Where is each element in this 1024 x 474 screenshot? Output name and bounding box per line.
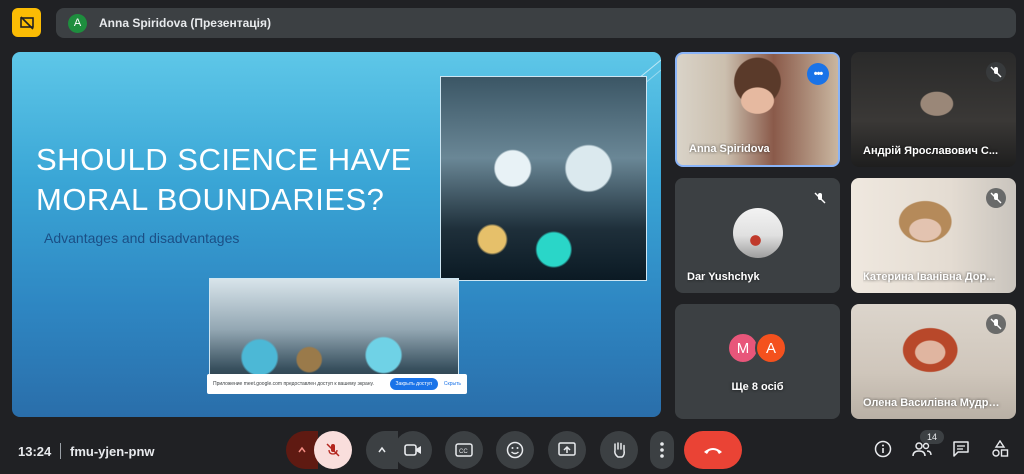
presentation-toggle-button[interactable] (12, 8, 41, 37)
clock: 13:24 (18, 444, 52, 459)
top-bar: A Anna Spiridova (Презентація) (0, 0, 1024, 46)
divider (60, 443, 61, 459)
people-icon (912, 442, 932, 457)
emoji-icon (506, 441, 524, 459)
mic-toggle-button[interactable] (314, 431, 352, 469)
presenter-bar: A Anna Spiridova (Презентація) (56, 8, 1016, 38)
mic-off-icon (986, 314, 1006, 334)
chevron-up-icon (378, 446, 386, 453)
more-options-button[interactable] (650, 431, 674, 469)
info-icon (874, 440, 892, 458)
more-participants-label: Ще 8 осіб (731, 381, 784, 393)
captions-button[interactable]: CC (445, 431, 483, 469)
present-screen-button[interactable] (548, 431, 586, 469)
participant-name: Олена Василівна Мудра... (863, 397, 1003, 409)
more-vert-icon (660, 442, 664, 458)
shapes-icon (992, 440, 1009, 457)
activities-button[interactable] (989, 438, 1011, 460)
presenter-title: Anna Spiridova (Презентація) (99, 16, 271, 30)
screen-share-banner: Приложение meet.google.com предоставлен … (207, 374, 467, 394)
camera-toggle-button[interactable] (394, 431, 432, 469)
avatar: A (755, 332, 787, 364)
lab-scientists-image (440, 76, 647, 281)
participant-tile[interactable]: ••• Anna Spiridova (675, 52, 840, 167)
avatar-stack: M A (727, 332, 787, 364)
camera-control (366, 431, 432, 469)
more-participants-tile[interactable]: M A Ще 8 осіб (675, 304, 840, 419)
participant-name: Андрій Ярославович С... (863, 145, 999, 157)
participant-name: Dar Yushchyk (687, 271, 760, 283)
leave-call-button[interactable] (684, 431, 742, 469)
people-button[interactable] (911, 438, 933, 460)
presentation-stage: SHOULD SCIENCE HAVE MORAL BOUNDARIES? Ad… (12, 52, 661, 417)
chat-icon (953, 441, 969, 457)
mic-off-icon (986, 188, 1006, 208)
share-banner-text: Приложение meet.google.com предоставлен … (213, 381, 374, 387)
presentation-off-icon (19, 15, 34, 30)
more-options-icon[interactable]: ••• (807, 63, 829, 85)
reactions-button[interactable] (496, 431, 534, 469)
meeting-code[interactable]: fmu-yjen-pnw (70, 444, 155, 459)
participant-name: Катерина Іванівна Дор... (863, 271, 996, 283)
raise-hand-button[interactable] (600, 431, 638, 469)
mic-off-icon (326, 443, 340, 457)
mic-off-icon (986, 62, 1006, 82)
chat-button[interactable] (950, 438, 972, 460)
participant-name: Anna Spiridova (689, 143, 770, 155)
svg-text:CC: CC (459, 449, 468, 455)
mic-off-icon (810, 188, 830, 208)
meeting-details-button[interactable] (872, 438, 894, 460)
hang-up-icon (704, 448, 722, 454)
slide-subtitle: Advantages and disadvantages (44, 230, 240, 246)
chevron-up-icon (298, 446, 306, 453)
slide-title-line1: SHOULD SCIENCE HAVE (36, 142, 412, 177)
captions-icon: CC (455, 443, 473, 457)
avatar (733, 208, 783, 258)
participant-tile[interactable]: Катерина Іванівна Дор... (851, 178, 1016, 293)
slide-title-line2: MORAL BOUNDARIES? (36, 182, 385, 217)
hide-banner-link[interactable]: Скрыть (444, 381, 461, 387)
participant-tile[interactable]: Dar Yushchyk (675, 178, 840, 293)
mic-control (286, 431, 352, 469)
bottom-bar: 13:24 fmu-yjen-pnw CC 14 (0, 428, 1024, 474)
hand-icon (614, 442, 625, 458)
participant-tile[interactable]: Андрій Ярославович С... (851, 52, 1016, 167)
camera-icon (404, 444, 421, 456)
slide-title: SHOULD SCIENCE HAVE MORAL BOUNDARIES? (36, 140, 436, 220)
stop-sharing-button[interactable]: Закрыть доступ (389, 378, 438, 390)
presenter-avatar: A (68, 13, 87, 33)
present-icon (558, 442, 576, 456)
participant-tile[interactable]: Олена Василівна Мудра... (851, 304, 1016, 419)
